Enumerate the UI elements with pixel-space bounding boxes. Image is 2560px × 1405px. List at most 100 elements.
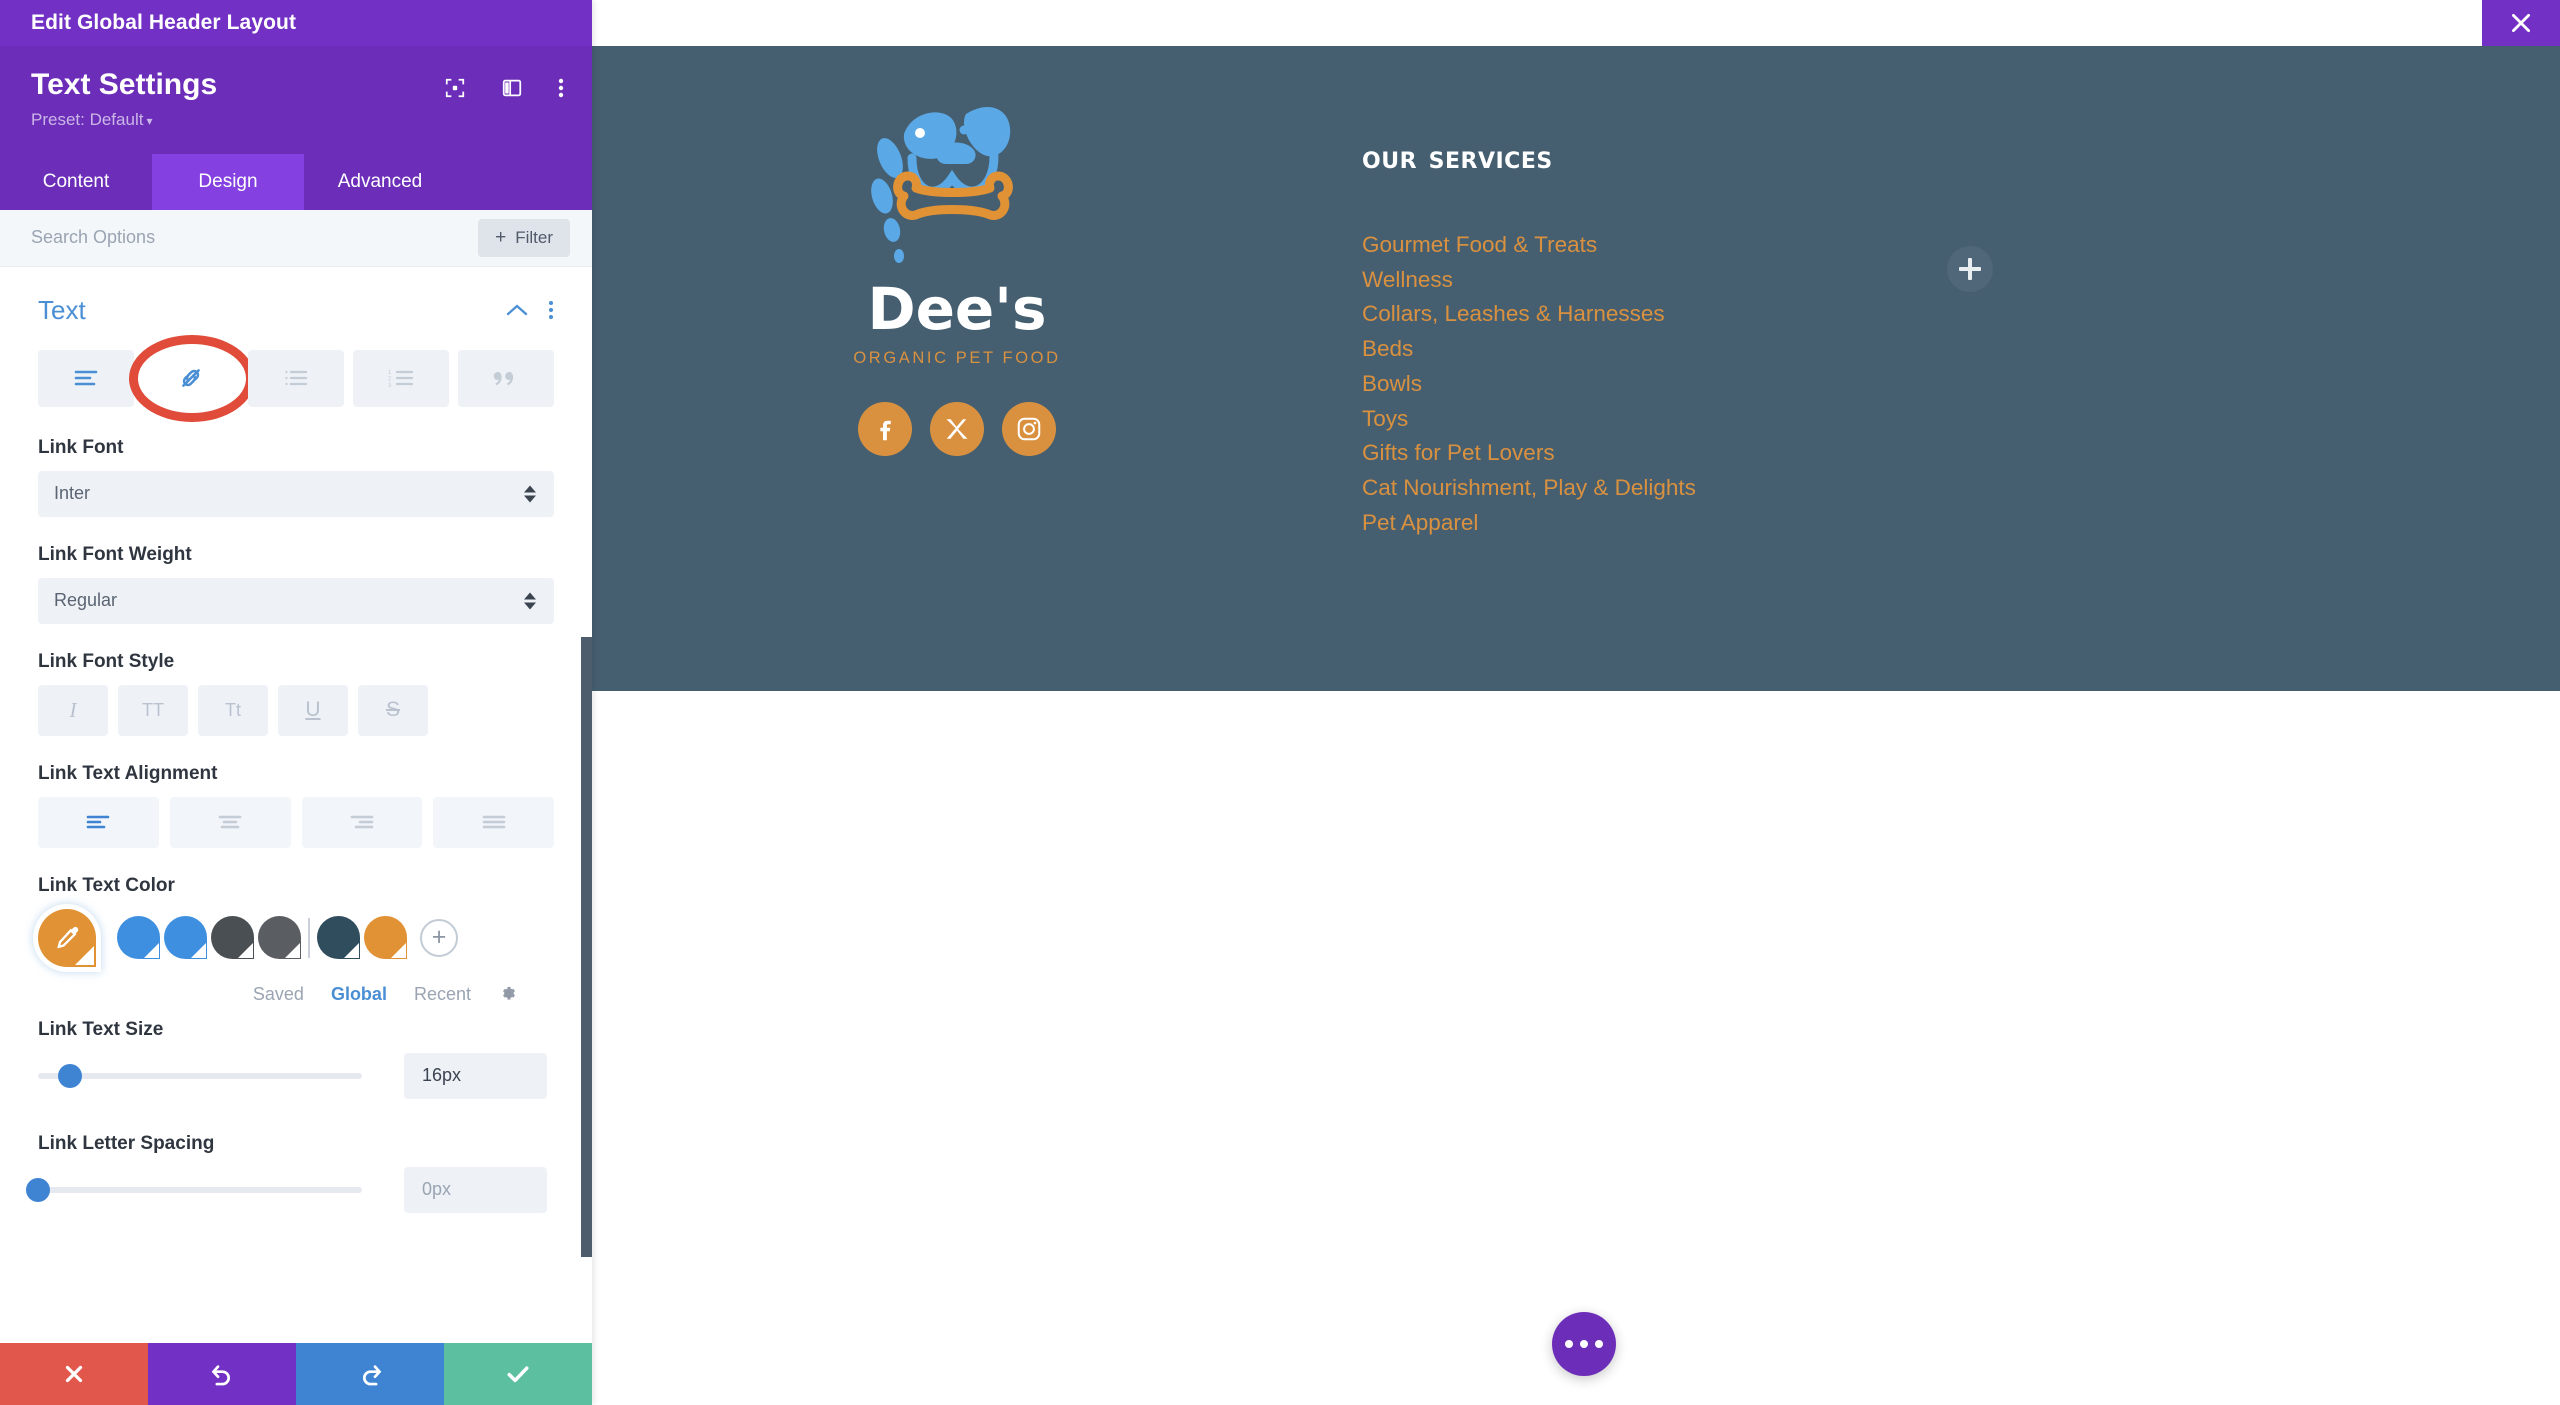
link-text-size-input[interactable]: 16px [404, 1052, 547, 1099]
color-swatch[interactable] [364, 916, 407, 959]
blockquote-icon[interactable] [458, 349, 554, 407]
panel-header: Text Settings Preset: Default ▾ [0, 46, 592, 154]
x-twitter-icon[interactable] [930, 402, 984, 456]
search-row: + Filter [0, 209, 592, 267]
link-text-size-field: Link Text Size 16px [38, 1019, 554, 1099]
filter-button[interactable]: + Filter [478, 218, 570, 257]
small-caps-button[interactable]: Tt [198, 684, 268, 736]
strikethrough-glyph: S [385, 698, 400, 721]
link-font-weight-select[interactable]: Regular [38, 577, 554, 624]
add-module-button[interactable] [1947, 246, 1993, 292]
link-text-alignment-field: Link Text Alignment [38, 763, 554, 848]
color-swatch[interactable] [211, 916, 254, 959]
uppercase-button[interactable]: TT [118, 684, 188, 736]
tab-advanced[interactable]: Advanced [304, 154, 456, 210]
color-swatch[interactable] [164, 916, 207, 959]
align-justify-button[interactable] [433, 796, 554, 848]
list-item[interactable]: Bowls [1362, 367, 2062, 402]
link-font-style-field: Link Font Style I TT Tt U S [38, 651, 554, 736]
panel-scrollbar[interactable] [581, 267, 592, 1344]
plus-circle-icon[interactable]: + [420, 918, 458, 957]
search-input[interactable] [31, 227, 479, 248]
preset-selector[interactable]: Preset: Default ▾ [31, 110, 561, 130]
tab-content[interactable]: Content [0, 154, 152, 210]
unordered-list-icon[interactable] [248, 349, 344, 407]
cancel-button[interactable] [0, 1343, 148, 1405]
align-right-button[interactable] [301, 796, 423, 848]
facebook-icon[interactable] [858, 402, 912, 456]
field-label: Link Letter Spacing [38, 1132, 215, 1154]
swatch-tab-recent[interactable]: Recent [414, 984, 471, 1005]
kebab-menu-icon[interactable] [548, 299, 554, 321]
window-title-bar: Edit Global Header Layout [0, 0, 592, 46]
field-label: Link Font Weight [38, 543, 192, 565]
link-letter-spacing-slider[interactable] [26, 1177, 362, 1202]
instagram-icon[interactable] [1002, 402, 1056, 456]
color-swatch[interactable] [117, 916, 160, 959]
italic-button[interactable]: I [38, 684, 108, 736]
tab-design[interactable]: Design [152, 153, 304, 210]
link-font-value: Inter [54, 483, 91, 503]
close-button[interactable] [2482, 0, 2560, 46]
field-label: Link Text Alignment [38, 762, 218, 784]
preset-label: Preset: Default [31, 109, 144, 129]
social-links [792, 402, 1122, 456]
undo-button[interactable] [148, 1343, 296, 1405]
kebab-menu-icon[interactable] [558, 76, 564, 100]
paragraph-icon[interactable] [38, 349, 134, 407]
color-swatch[interactable] [258, 916, 301, 959]
section-title: Text [38, 294, 86, 325]
align-left-button[interactable] [38, 796, 159, 848]
eyedropper-icon[interactable] [38, 908, 96, 967]
services-heading: Our Services [1362, 138, 1553, 176]
svg-text:1: 1 [388, 370, 392, 376]
slider-knob[interactable] [58, 1063, 83, 1088]
uppercase-glyph: TT [142, 699, 164, 720]
global-footer-section: Dee's ORGANIC PET FOOD our services Gour… [592, 46, 2560, 691]
strikethrough-button[interactable]: S [358, 684, 428, 736]
text-section-header: Text [38, 295, 554, 326]
swatch-tab-global[interactable]: Global [331, 984, 387, 1005]
split-view-icon[interactable] [501, 77, 523, 99]
link-text-color-field: Link Text Color + Saved Global Recent [38, 875, 554, 1005]
underline-button[interactable]: U [278, 684, 348, 736]
scrollbar-thumb[interactable] [581, 636, 592, 1257]
list-item[interactable]: Beds [1362, 332, 2062, 367]
window-title: Edit Global Header Layout [31, 11, 297, 34]
align-center-button[interactable] [169, 796, 291, 848]
swatch-tab-saved[interactable]: Saved [253, 984, 304, 1005]
link-icon[interactable] [129, 334, 255, 422]
link-letter-spacing-field: Link Letter Spacing 0px [26, 1132, 554, 1213]
services-block: Our Services Gourmet Food & Treats Welln… [1362, 138, 2062, 540]
filter-button-label: Filter [515, 227, 553, 247]
link-text-size-slider[interactable] [38, 1063, 362, 1088]
swatch-divider [308, 917, 310, 958]
panel-tabs: Content Design Advanced [0, 153, 592, 210]
list-item[interactable]: Collars, Leashes & Harnesses [1362, 297, 2062, 332]
gear-icon[interactable] [498, 984, 518, 1004]
ellipsis-icon [1565, 1340, 1573, 1348]
list-item[interactable]: Pet Apparel [1362, 506, 2062, 541]
focus-target-icon[interactable] [444, 77, 466, 99]
panel-header-icons [444, 76, 564, 100]
field-label: Link Text Size [38, 1018, 164, 1040]
field-label: Link Font Style [38, 650, 175, 672]
chevron-up-icon[interactable] [506, 303, 528, 317]
logo-block: Dee's ORGANIC PET FOOD [792, 96, 1122, 456]
ordered-list-icon[interactable]: 1 2 3 [353, 349, 449, 407]
link-letter-spacing-input[interactable]: 0px [404, 1166, 547, 1213]
redo-button[interactable] [296, 1343, 444, 1405]
small-caps-glyph: Tt [225, 699, 241, 720]
link-font-select[interactable]: Inter [38, 470, 554, 517]
save-button[interactable] [444, 1343, 592, 1405]
dog-logo-icon [842, 96, 1072, 276]
svg-text:3: 3 [388, 383, 392, 388]
list-item[interactable]: Toys [1362, 402, 2062, 437]
slider-knob[interactable] [26, 1177, 50, 1202]
page-settings-fab[interactable] [1552, 1312, 1616, 1376]
link-font-weight-field: Link Font Weight Regular [38, 544, 554, 624]
list-item[interactable]: Cat Nourishment, Play & Delights [1362, 471, 2062, 506]
logo-tagline: ORGANIC PET FOOD [853, 349, 1061, 367]
color-swatch[interactable] [317, 916, 360, 959]
list-item[interactable]: Gifts for Pet Lovers [1362, 436, 2062, 471]
